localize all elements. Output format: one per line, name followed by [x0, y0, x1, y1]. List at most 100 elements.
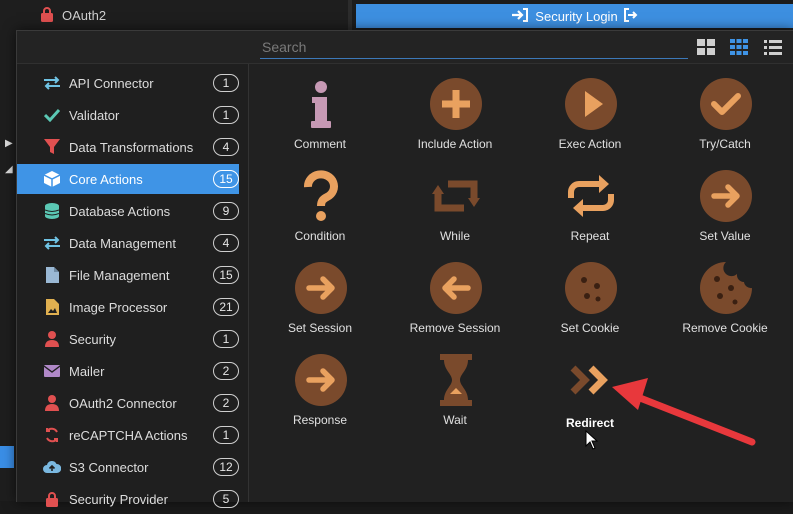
search-input[interactable] [260, 36, 688, 59]
sidebar-item-data-management[interactable]: Data Management 4 [17, 228, 239, 258]
user-icon [43, 331, 61, 347]
count-badge: 4 [213, 234, 239, 252]
check-icon [43, 107, 61, 123]
action-condition[interactable]: Condition [255, 156, 385, 243]
sidebar-item-mailer[interactable]: Mailer 2 [17, 356, 239, 386]
sidebar-item-recaptcha-actions[interactable]: reCAPTCHA Actions 1 [17, 420, 239, 450]
list-icon[interactable] [764, 39, 782, 55]
action-while[interactable]: While [390, 156, 520, 243]
sidebar-item-file-management[interactable]: File Management 15 [17, 260, 239, 290]
sidebar-item-database-actions[interactable]: Database Actions 9 [17, 196, 239, 226]
sidebar-item-label: Image Processor [69, 300, 168, 315]
arrows-exchange-icon [43, 235, 61, 251]
sidebar-item-label: Core Actions [69, 172, 143, 187]
arrow-right-circle-icon [295, 354, 347, 406]
sidebar-item-label: API Connector [69, 76, 154, 91]
sidebar-item-image-processor[interactable]: Image Processor 21 [17, 292, 239, 322]
sidebar-item-label: S3 Connector [69, 460, 149, 475]
background-oauth2-label: OAuth2 [62, 8, 107, 23]
lock-icon [43, 491, 61, 507]
background-selection-bar [0, 446, 14, 468]
search-row [17, 31, 793, 63]
collapse-caret-icon[interactable]: ◢ [5, 164, 13, 175]
arrow-left-circle-icon [430, 262, 482, 314]
sidebar-item-label: Security [69, 332, 116, 347]
repeat-icon [565, 170, 617, 222]
action-set-value[interactable]: Set Value [660, 156, 790, 243]
count-badge: 15 [213, 170, 239, 188]
action-wait[interactable]: Wait [390, 340, 520, 427]
action-label: Comment [293, 137, 346, 151]
action-label: While [439, 229, 470, 243]
security-login-button[interactable]: Security Login [356, 4, 793, 28]
check-circle-icon [700, 78, 752, 130]
lock-icon [40, 6, 54, 25]
sidebar-item-label: Data Transformations [69, 140, 194, 155]
database-icon [43, 203, 61, 219]
logout-icon [623, 7, 638, 25]
sidebar-item-label: Database Actions [69, 204, 171, 219]
action-label: Exec Action [558, 137, 622, 151]
count-badge: 21 [213, 298, 239, 316]
background-oauth2-item[interactable]: OAuth2 [40, 6, 106, 25]
sidebar-item-data-transformations[interactable]: Data Transformations 4 [17, 132, 239, 162]
cube-icon [43, 171, 61, 187]
cloud-upload-icon [43, 459, 61, 475]
action-label: Set Value [699, 229, 751, 243]
count-badge: 15 [213, 266, 239, 284]
action-label: Condition [294, 229, 346, 243]
count-badge: 1 [213, 426, 239, 444]
expand-caret-icon[interactable]: ▶ [5, 138, 13, 149]
funnel-icon [43, 139, 61, 155]
recaptcha-icon [43, 427, 61, 443]
image-file-icon [43, 299, 61, 315]
security-login-label: Security Login [535, 8, 618, 24]
sidebar-item-label: Security Provider [69, 492, 168, 507]
question-icon [295, 170, 347, 222]
category-sidebar: API Connector 1 Validator 1 Data Transformat… [17, 64, 249, 508]
info-icon [295, 78, 347, 130]
action-label: Try/Catch [699, 137, 751, 151]
sidebar-item-core-actions[interactable]: Core Actions 15 [17, 164, 239, 194]
action-label: Remove Cookie [682, 321, 768, 335]
large-grid-icon[interactable] [697, 39, 715, 55]
action-label: Remove Session [409, 321, 501, 335]
sidebar-item-api-connector[interactable]: API Connector 1 [17, 68, 239, 98]
arrow-right-circle-icon [295, 262, 347, 314]
file-icon [43, 267, 61, 283]
sidebar-item-oauth2-connector[interactable]: OAuth2 Connector 2 [17, 388, 239, 418]
action-exec-action[interactable]: Exec Action [525, 64, 655, 151]
loop-square-icon [430, 170, 482, 222]
action-response[interactable]: Response [255, 340, 385, 427]
sidebar-item-validator[interactable]: Validator 1 [17, 100, 239, 130]
action-label: Include Action [417, 137, 493, 151]
sidebar-item-security-provider[interactable]: Security Provider 5 [17, 484, 239, 514]
play-circle-icon [565, 78, 617, 130]
action-include-action[interactable]: Include Action [390, 64, 520, 151]
action-comment[interactable]: Comment [255, 64, 385, 151]
count-badge: 4 [213, 138, 239, 156]
action-try-catch[interactable]: Try/Catch [660, 64, 790, 151]
user-icon [43, 395, 61, 411]
hourglass-icon [430, 354, 482, 406]
arrow-right-circle-icon [700, 170, 752, 222]
sidebar-item-security[interactable]: Security 1 [17, 324, 239, 354]
action-set-session[interactable]: Set Session [255, 248, 385, 335]
small-grid-icon[interactable] [730, 39, 748, 55]
sidebar-item-label: Data Management [69, 236, 176, 251]
action-remove-session[interactable]: Remove Session [390, 248, 520, 335]
count-badge: 1 [213, 106, 239, 124]
action-repeat[interactable]: Repeat [525, 156, 655, 243]
arrows-exchange-icon [43, 75, 61, 91]
sidebar-item-label: Mailer [69, 364, 105, 379]
cookie-icon [565, 262, 617, 314]
count-badge: 5 [213, 490, 239, 508]
sidebar-item-s3-connector[interactable]: S3 Connector 12 [17, 452, 239, 482]
action-label: Response [292, 413, 348, 427]
action-remove-cookie[interactable]: Remove Cookie [660, 248, 790, 335]
action-set-cookie[interactable]: Set Cookie [525, 248, 655, 335]
login-icon [511, 7, 529, 25]
count-badge: 2 [213, 362, 239, 380]
action-label: Repeat [570, 229, 610, 243]
bitten-cookie-icon [700, 262, 752, 314]
